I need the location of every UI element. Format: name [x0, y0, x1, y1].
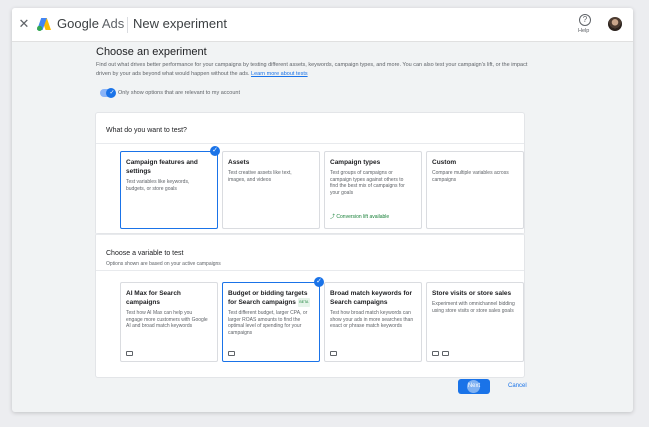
card-desc: Test how broad match keywords can show y… [330, 310, 414, 329]
card-title: Custom [432, 159, 457, 166]
section-subtitle: Options shown are based on your active c… [106, 261, 221, 267]
card-ai-max[interactable]: AI Max for Search campaigns Test how AI … [120, 282, 218, 362]
card-desc: Experiment with omnichannel bidding usin… [432, 301, 515, 314]
learn-more-link[interactable]: Learn more about tests [251, 71, 308, 77]
card-desc: Test variables like keywords, budgets, o… [126, 179, 190, 192]
section-title: Choose a variable to test [106, 250, 184, 257]
top-bar: ✕ Google Ads New experiment ? Help [12, 8, 633, 42]
card-title: Broad match keywords for Search campaign… [330, 290, 412, 306]
card-desc: Test groups of campaigns or campaign typ… [330, 170, 405, 196]
page-title: New experiment [133, 16, 227, 31]
search-campaign-icon [228, 351, 235, 356]
card-desc: Compare multiple variables across campai… [432, 170, 509, 183]
google-ads-logo-icon [37, 18, 51, 31]
avatar[interactable] [608, 17, 622, 31]
cancel-button[interactable]: Cancel [508, 383, 527, 389]
card-title: Campaign types [330, 159, 381, 166]
toggle-check-icon: ✓ [109, 90, 115, 96]
card-assets[interactable]: Assets Test creative assets like text, i… [222, 151, 320, 229]
pmax-campaign-icon [442, 351, 449, 356]
variable-section: Choose a variable to test Options shown … [96, 234, 524, 377]
test-type-section: What do you want to test? Campaign featu… [96, 113, 524, 234]
section-divider [96, 270, 524, 271]
next-button[interactable]: Next [458, 379, 490, 394]
card-campaign-types[interactable]: Campaign types Test groups of campaigns … [324, 151, 422, 229]
section-divider [96, 143, 524, 144]
search-campaign-icon [126, 351, 133, 356]
card-title: AI Max for Search campaigns [126, 290, 181, 306]
close-icon[interactable]: ✕ [17, 17, 31, 31]
card-desc: Test how AI Max can help you engage more… [126, 310, 208, 329]
card-budget-bidding[interactable]: Budget or bidding targets for Search cam… [222, 282, 320, 362]
section-title: What do you want to test? [106, 127, 187, 134]
card-desc: Test creative assets like text, images, … [228, 170, 292, 183]
card-desc: Test different budget, larger CPA, or la… [228, 310, 308, 336]
selected-check-icon: ✓ [314, 277, 324, 287]
title-divider [127, 17, 128, 33]
search-campaign-icon [432, 351, 439, 356]
conversion-lift-note: ⤴ Conversion lift available [330, 214, 390, 220]
card-custom[interactable]: Custom Compare multiple variables across… [426, 151, 524, 229]
section-divider [96, 234, 524, 235]
card-campaign-features[interactable]: Campaign features and settings Test vari… [120, 151, 218, 229]
selected-check-icon: ✓ [210, 146, 220, 156]
card-broad-match[interactable]: Broad match keywords for Search campaign… [324, 282, 422, 362]
beta-badge: BETA [297, 298, 310, 307]
card-title: Budget or bidding targets for Search cam… [228, 290, 310, 307]
help-label[interactable]: Help [578, 28, 589, 34]
toggle-label: Only show options that are relevant to m… [118, 90, 240, 96]
card-title: Campaign features and settings [126, 159, 198, 175]
card-title: Assets [228, 159, 250, 166]
search-campaign-icon [330, 351, 337, 356]
intro-text: Find out what drives better performance … [96, 62, 528, 77]
page-heading: Choose an experiment [96, 46, 207, 58]
card-store-visits[interactable]: Store visits or store sales Experiment w… [426, 282, 524, 362]
help-icon[interactable]: ? [579, 14, 591, 26]
card-title: Store visits or store sales [432, 290, 512, 297]
brand-name: Google Ads [57, 16, 125, 31]
